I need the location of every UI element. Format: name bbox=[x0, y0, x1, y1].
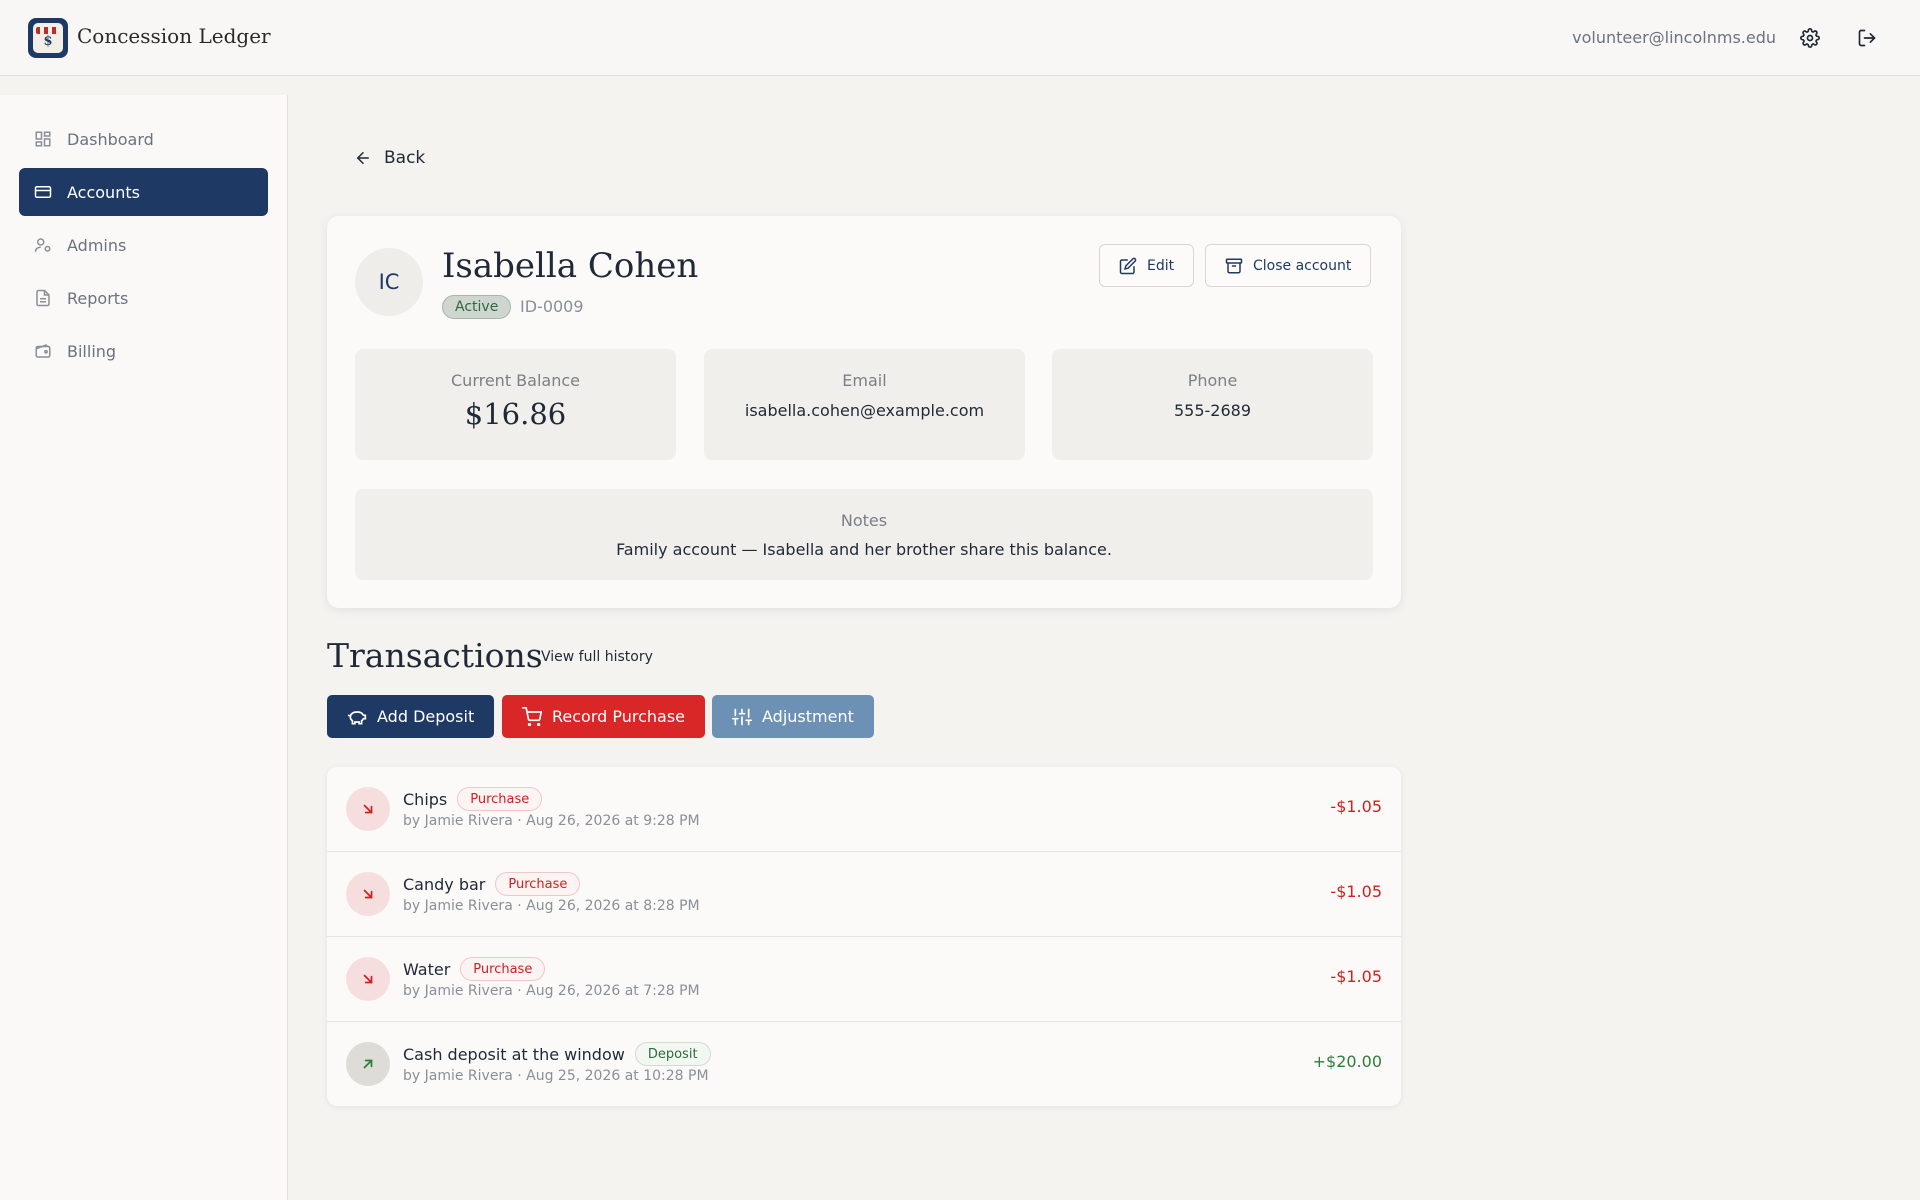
dashboard-icon bbox=[33, 129, 53, 149]
transaction-name: Candy bar bbox=[403, 874, 486, 894]
arrow-down-right-icon bbox=[346, 787, 390, 831]
add-deposit-button[interactable]: Add Deposit bbox=[327, 695, 495, 738]
logout-icon bbox=[1858, 29, 1876, 47]
view-full-history-link[interactable]: View full history bbox=[541, 649, 653, 665]
back-label: Back bbox=[384, 148, 426, 168]
settings-button[interactable] bbox=[1798, 26, 1822, 50]
transactions-heading: Transactions bbox=[327, 636, 543, 675]
transaction-meta: by Jamie Rivera · Aug 26, 2026 at 8:28 P… bbox=[403, 898, 700, 914]
concession-stand-icon: $ bbox=[33, 23, 63, 53]
close-account-button[interactable]: Close account bbox=[1205, 244, 1372, 287]
status-badge: Active bbox=[442, 295, 512, 319]
sliders-icon bbox=[732, 707, 752, 727]
email-box: Email isabella.cohen@example.com bbox=[704, 349, 1025, 460]
transaction-amount: -$1.05 bbox=[1330, 882, 1382, 901]
edit-button[interactable]: Edit bbox=[1099, 244, 1195, 287]
gear-icon bbox=[1800, 28, 1820, 48]
transaction-type-badge: Deposit bbox=[634, 1042, 711, 1066]
close-account-label: Close account bbox=[1253, 257, 1352, 274]
email-value: isabella.cohen@example.com bbox=[744, 401, 985, 420]
adjustment-label: Adjustment bbox=[762, 707, 854, 726]
cart-icon bbox=[522, 706, 542, 727]
sidebar-item-label: Dashboard bbox=[67, 129, 154, 149]
record-purchase-label: Record Purchase bbox=[552, 707, 686, 726]
archive-icon bbox=[1225, 257, 1243, 275]
account-name: Isabella Cohen bbox=[442, 246, 699, 286]
account-profile-card: IC Isabella Cohen Active ID-0009 Edit Cl… bbox=[327, 216, 1401, 608]
transactions-list: Chips Purchase by Jamie Rivera · Aug 26,… bbox=[327, 767, 1401, 1106]
sidebar: Dashboard Accounts Admins Reports Billin… bbox=[0, 95, 288, 1200]
sidebar-item-label: Accounts bbox=[67, 182, 140, 202]
notes-text: Family account — Isabella and her brothe… bbox=[616, 540, 1112, 559]
sidebar-item-billing[interactable]: Billing bbox=[19, 327, 268, 375]
card-icon bbox=[33, 182, 53, 202]
phone-label: Phone bbox=[1187, 371, 1238, 390]
account-id: ID-0009 bbox=[520, 297, 584, 316]
arrow-up-right-icon bbox=[346, 1042, 390, 1086]
balance-label: Current Balance bbox=[451, 371, 580, 390]
balance-value: $16.86 bbox=[464, 397, 567, 431]
add-deposit-label: Add Deposit bbox=[377, 707, 475, 726]
sidebar-item-label: Reports bbox=[67, 288, 129, 308]
transaction-meta: by Jamie Rivera · Aug 26, 2026 at 7:28 P… bbox=[403, 983, 700, 999]
record-purchase-button[interactable]: Record Purchase bbox=[502, 695, 706, 738]
transaction-row[interactable]: Water Purchase by Jamie Rivera · Aug 26,… bbox=[327, 937, 1401, 1022]
arrow-down-right-icon bbox=[346, 957, 390, 1001]
piggy-bank-icon bbox=[347, 707, 367, 727]
avatar: IC bbox=[355, 248, 423, 316]
app-title: Concession Ledger bbox=[77, 24, 271, 48]
transaction-amount: -$1.05 bbox=[1330, 967, 1382, 986]
phone-box: Phone 555-2689 bbox=[1052, 349, 1373, 460]
transaction-type-badge: Purchase bbox=[460, 957, 546, 981]
logout-button[interactable] bbox=[1855, 26, 1879, 50]
sidebar-item-label: Billing bbox=[67, 341, 117, 361]
app-logo[interactable]: $ bbox=[28, 18, 68, 58]
arrow-left-icon bbox=[354, 149, 372, 167]
transaction-meta: by Jamie Rivera · Aug 25, 2026 at 10:28 … bbox=[403, 1068, 709, 1084]
transaction-name: Water bbox=[403, 959, 451, 979]
notes-label: Notes bbox=[840, 511, 888, 530]
document-icon bbox=[33, 288, 53, 308]
transaction-row[interactable]: Chips Purchase by Jamie Rivera · Aug 26,… bbox=[327, 767, 1401, 852]
sidebar-item-reports[interactable]: Reports bbox=[19, 274, 268, 322]
top-bar: $ Concession Ledger volunteer@lincolnms.… bbox=[0, 0, 1920, 76]
transaction-row[interactable]: Candy bar Purchase by Jamie Rivera · Aug… bbox=[327, 852, 1401, 937]
phone-value: 555-2689 bbox=[1173, 401, 1252, 420]
transaction-type-badge: Purchase bbox=[495, 872, 581, 896]
transaction-type-badge: Purchase bbox=[457, 787, 543, 811]
transaction-name: Chips bbox=[403, 789, 448, 809]
transaction-meta: by Jamie Rivera · Aug 26, 2026 at 9:28 P… bbox=[403, 813, 700, 829]
sidebar-item-admins[interactable]: Admins bbox=[19, 221, 268, 269]
email-label: Email bbox=[842, 371, 887, 390]
adjustment-button[interactable]: Adjustment bbox=[712, 695, 874, 738]
back-link[interactable]: Back bbox=[354, 146, 425, 170]
notes-box: Notes Family account — Isabella and her … bbox=[355, 489, 1373, 580]
wallet-icon bbox=[33, 341, 53, 361]
edit-icon bbox=[1119, 257, 1137, 275]
transaction-row[interactable]: Cash deposit at the window Deposit by Ja… bbox=[327, 1022, 1401, 1106]
transaction-name: Cash deposit at the window bbox=[403, 1044, 625, 1064]
arrow-down-right-icon bbox=[346, 872, 390, 916]
edit-label: Edit bbox=[1147, 257, 1175, 274]
sidebar-item-dashboard[interactable]: Dashboard bbox=[19, 115, 268, 163]
sidebar-item-accounts[interactable]: Accounts bbox=[19, 168, 268, 216]
user-email: volunteer@lincolnms.edu bbox=[1572, 28, 1776, 47]
balance-box: Current Balance $16.86 bbox=[355, 349, 676, 460]
sidebar-item-label: Admins bbox=[67, 235, 127, 255]
transaction-amount: -$1.05 bbox=[1330, 797, 1382, 816]
transaction-amount: +$20.00 bbox=[1312, 1052, 1382, 1071]
admins-icon bbox=[33, 235, 53, 255]
